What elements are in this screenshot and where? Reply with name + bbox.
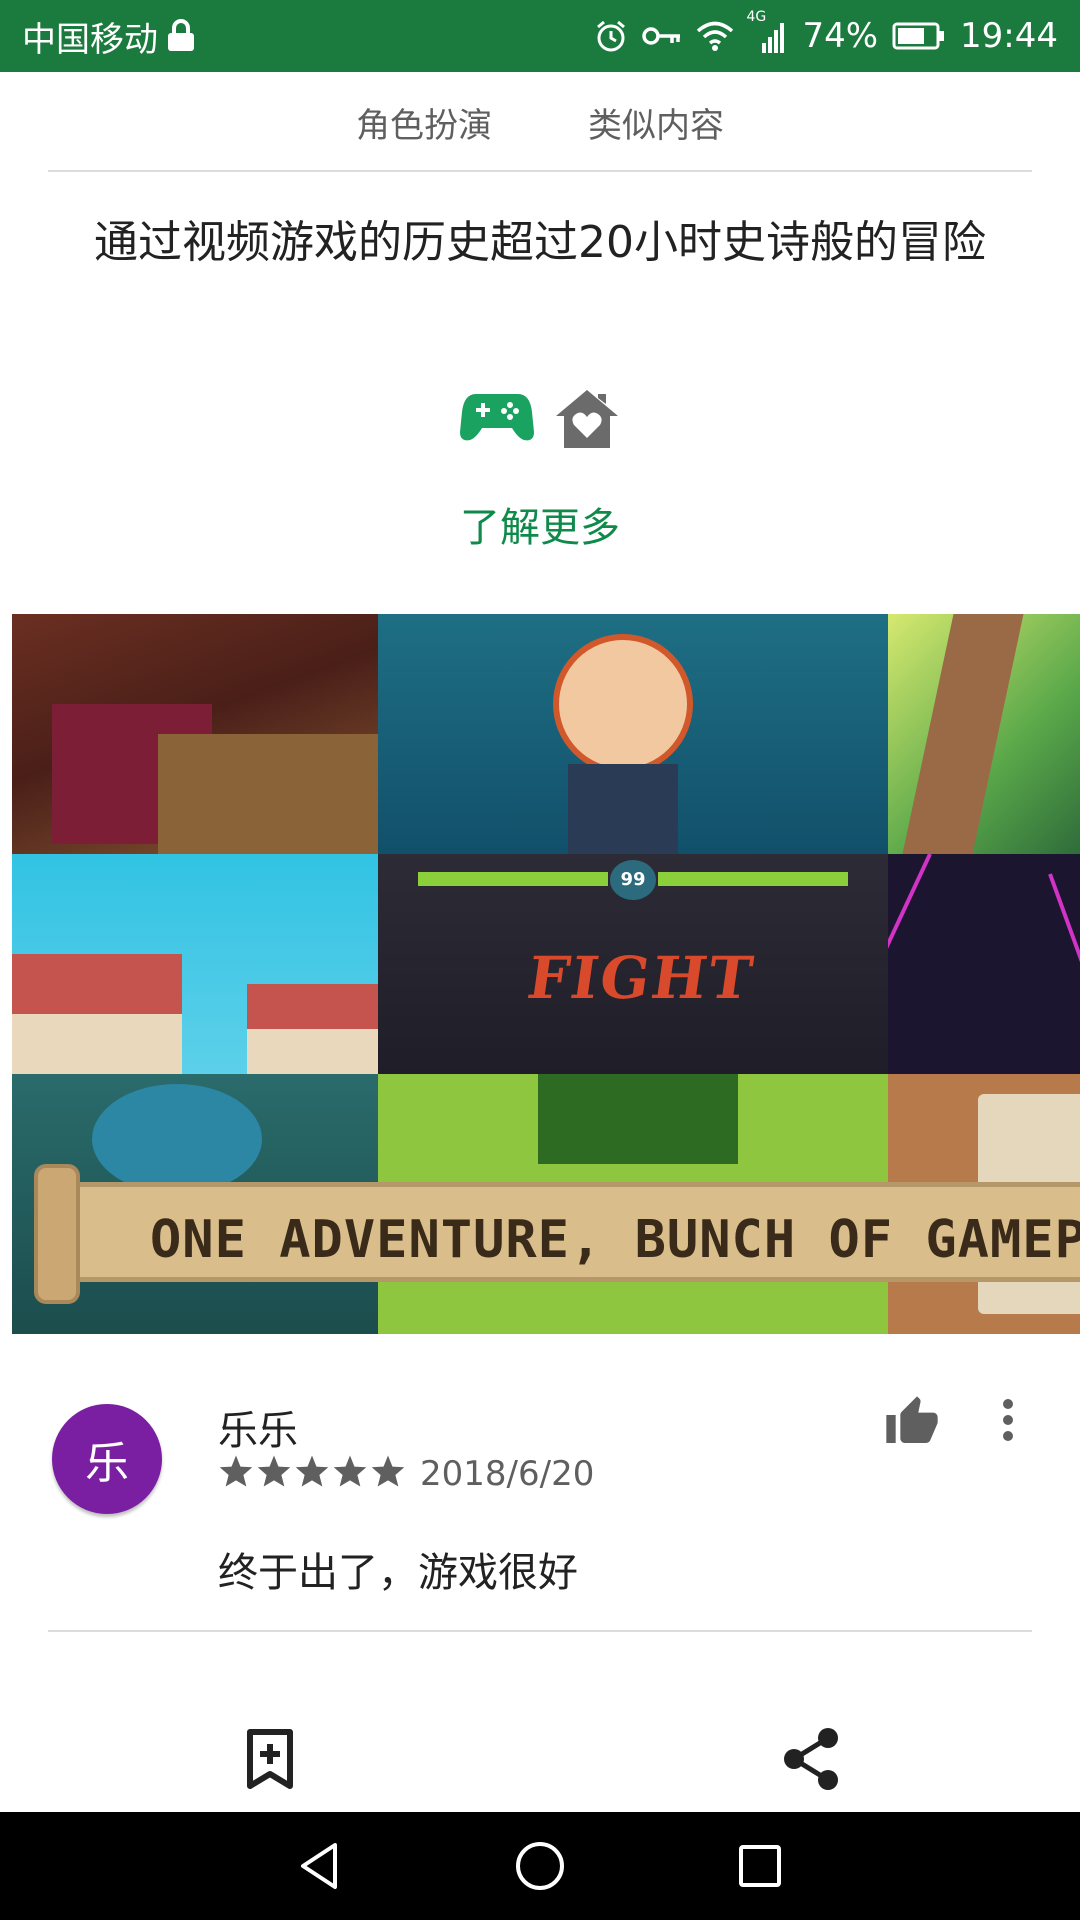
lock-icon — [166, 19, 196, 53]
more-vert-icon — [1003, 1399, 1013, 1441]
alarm-icon — [594, 19, 628, 53]
divider — [48, 170, 1032, 172]
star-icon — [257, 1455, 291, 1487]
avatar: 乐 — [52, 1404, 162, 1514]
divider — [48, 1630, 1032, 1632]
thumb-up-icon — [886, 1396, 938, 1443]
screenshot-lasers — [888, 854, 1080, 1074]
screenshot-fight: 99 FIGHT — [378, 854, 888, 1074]
banner-text: ONE ADVENTURE, BUNCH OF GAMEPLAY — [150, 1210, 1080, 1270]
star-icon — [295, 1455, 329, 1487]
more-options-button[interactable] — [990, 1394, 1026, 1450]
battery-percent: 74% — [802, 16, 879, 56]
carrier-name: 中国移动 — [22, 19, 158, 60]
learn-more-link[interactable]: 了解更多 — [0, 495, 1080, 553]
share-button[interactable] — [780, 1726, 842, 1792]
back-icon — [301, 1843, 337, 1889]
clock-time: 19:44 — [960, 16, 1058, 56]
recents-icon — [739, 1845, 781, 1887]
gamepad-icon — [460, 388, 534, 454]
helpful-button[interactable] — [884, 1394, 940, 1450]
bookmark-add-icon — [247, 1729, 293, 1789]
screenshot-hero — [378, 614, 888, 854]
tag-role-playing[interactable]: 角色扮演 — [356, 98, 492, 147]
star-icon — [333, 1455, 367, 1487]
reviewer-name: 乐乐 — [218, 1408, 298, 1454]
fight-text: FIGHT — [523, 944, 759, 1012]
star-rating — [218, 1454, 406, 1488]
banner-scroll-end — [34, 1164, 80, 1304]
network-type: 4G — [746, 9, 767, 25]
nav-home-button[interactable] — [510, 1836, 570, 1896]
share-icon — [784, 1728, 838, 1790]
fight-timer: 99 — [610, 860, 656, 900]
star-icon — [219, 1455, 253, 1487]
review-date: 2018/6/20 — [420, 1454, 595, 1494]
category-tags: 角色扮演 类似内容 — [0, 72, 1080, 172]
star-icon — [371, 1455, 405, 1487]
review-text: 终于出了，游戏很好 — [218, 1550, 578, 1596]
nav-back-button[interactable] — [290, 1836, 350, 1896]
screenshot-rooftops — [12, 854, 378, 1074]
family-home-icon — [554, 388, 620, 454]
nav-recents-button[interactable] — [730, 1836, 790, 1896]
badges-row — [0, 388, 1080, 454]
screenshot-interior — [12, 614, 378, 854]
system-nav-bar — [0, 1812, 1080, 1920]
add-to-wishlist-button[interactable] — [240, 1728, 300, 1792]
signal-icon: 4G — [746, 9, 788, 53]
feature-graphic[interactable]: 99 FIGHT ONE ADVENTURE, BUNCH OF GAMEPLA… — [12, 614, 1080, 1334]
vpn-key-icon — [642, 24, 682, 48]
status-bar: 中国移动 4G 74% 19:44 — [0, 0, 1080, 72]
tag-similar-content[interactable]: 类似内容 — [588, 98, 724, 147]
avatar-letter: 乐 — [85, 1438, 129, 1489]
screenshot-forest — [888, 614, 1080, 854]
promo-headline: 通过视频游戏的历史超过20小时史诗般的冒险 — [94, 217, 986, 268]
battery-icon — [892, 22, 946, 50]
home-icon — [516, 1842, 564, 1890]
wifi-icon — [696, 20, 734, 52]
